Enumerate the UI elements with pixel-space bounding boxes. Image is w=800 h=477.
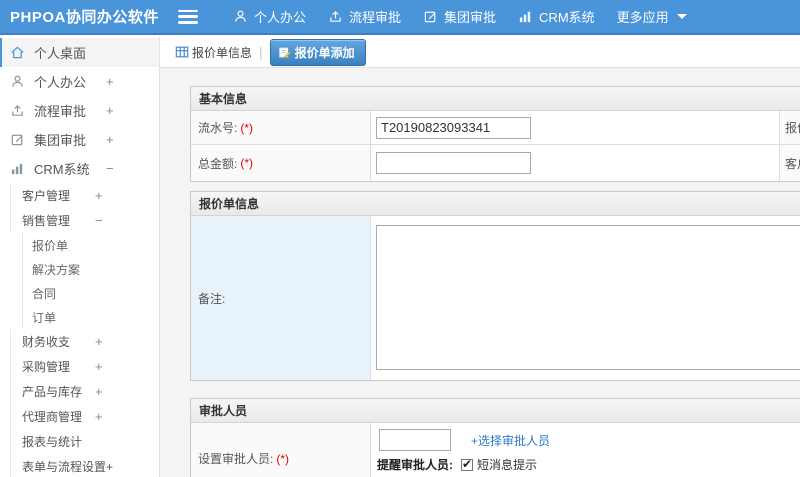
expand-icon[interactable]: + [95,384,103,399]
tab-quote-add-active[interactable]: 报价单添加 [269,38,366,66]
app-title: PHPOA协同办公软件 [10,9,159,26]
sidebar-item-finance[interactable]: 财务收支 + [10,329,159,354]
edit-icon [423,9,438,24]
collapse-icon[interactable]: − [106,161,114,176]
expand-icon[interactable]: + [95,359,103,374]
topnav-workflow-approval[interactable]: 流程审批 [317,0,412,34]
approver-input[interactable] [379,429,451,451]
expand-icon[interactable]: + [95,188,103,203]
user-icon [10,74,25,89]
remind-approvers-label: 提醒审批人员: [377,458,453,472]
sidebar-item-reports-stats[interactable]: 报表与统计 [10,429,159,454]
section-title: 审批人员 [191,399,800,423]
sidebar-item-workflow-approval[interactable]: 流程审批 + [0,96,159,125]
sidebar: 个人桌面 个人办公 + 流程审批 + 集团审批 + CRM系统 − 客户管理 +… [0,37,160,477]
form-content: 基本信息 流水号: (*) 报价 总金额: (*) 客户 [160,68,800,477]
sidebar-item-quote[interactable]: 报价单 [22,233,159,257]
edit-icon [10,132,25,147]
form-row-remark: 备注: [191,216,800,380]
sidebar-item-purchase-mgmt[interactable]: 采购管理 + [10,354,159,379]
topbar: PHPOA协同办公软件 个人办公 流程审批 集团审批 CRM系统 更多应用 [0,0,800,35]
set-approvers-label: 设置审批人员: [198,452,274,466]
sidebar-item-group-approval[interactable]: 集团审批 + [0,125,159,154]
remark-textarea[interactable] [376,225,800,370]
main-area: 报价单信息 | 报价单添加 基本信息 流水号: (*) 报价 [160,37,800,477]
sidebar-item-customer-mgmt[interactable]: 客户管理 + [10,183,159,208]
section-basic-info: 基本信息 流水号: (*) 报价 总金额: (*) 客户 [190,86,800,182]
sidebar-item-form-flow-settings[interactable]: 表单与流程设置+ [10,454,159,477]
section-approvers: 审批人员 设置审批人员: (*) +选择审批人员 提醒审批人员: 短消息提示 [190,398,800,477]
form-row-approvers: 设置审批人员: (*) +选择审批人员 提醒审批人员: 短消息提示 注：流程第一… [191,423,800,477]
sidebar-item-sales-mgmt[interactable]: 销售管理 − [10,208,159,233]
sidebar-item-agent-mgmt[interactable]: 代理商管理 + [10,404,159,429]
menu-icon[interactable] [178,9,198,24]
flow-icon [328,9,343,24]
tab-separator: | [259,44,263,60]
sms-notify-checkbox[interactable] [461,457,473,471]
expand-icon[interactable]: + [95,334,103,349]
serial-label: 流水号: [198,121,238,135]
sidebar-item-product-inventory[interactable]: 产品与库存 + [10,379,159,404]
total-amount-label: 总金额: [198,156,238,171]
total-amount-input[interactable] [376,152,531,174]
expand-icon[interactable]: + [106,74,114,89]
flow-icon [10,103,25,118]
collapse-icon[interactable]: − [95,213,103,228]
chart-icon [518,9,533,24]
expand-icon[interactable]: + [95,409,103,424]
remark-label: 备注: [198,291,226,306]
section-title: 报价单信息 [191,192,800,216]
grid-icon [175,45,189,59]
topnav-crm[interactable]: CRM系统 [507,0,606,34]
form-add-icon [278,46,291,59]
required-marker: (*) [276,451,290,466]
top-navigation: 个人办公 流程审批 集团审批 CRM系统 更多应用 [222,0,698,34]
sidebar-item-order[interactable]: 订单 [22,305,159,329]
sidebar-item-personal-office[interactable]: 个人办公 + [0,67,159,96]
form-row-serial: 流水号: (*) 报价 [191,111,800,144]
sidebar-item-crm[interactable]: CRM系统 − [0,154,159,183]
home-icon [10,45,25,60]
topnav-personal-office[interactable]: 个人办公 [222,0,317,34]
sidebar-item-contract[interactable]: 合同 [22,281,159,305]
section-quote-info: 报价单信息 备注: [190,191,800,381]
choose-approver-link[interactable]: +选择审批人员 [471,432,550,449]
required-marker: (*) [240,120,254,135]
customer-label: 客户 [779,145,800,181]
quote-name-label: 报价 [779,111,800,144]
form-row-total-amount: 总金额: (*) 客户 [191,144,800,181]
topnav-group-approval[interactable]: 集团审批 [412,0,507,34]
tab-bar: 报价单信息 | 报价单添加 [160,37,800,68]
chevron-down-icon [676,14,687,19]
chart-icon [10,161,25,176]
expand-icon[interactable]: + [106,132,114,147]
sms-notify-label: 短消息提示 [477,458,538,472]
user-icon [233,9,248,24]
sidebar-item-personal-desktop[interactable]: 个人桌面 [0,38,159,67]
topnav-more-apps[interactable]: 更多应用 [606,0,698,34]
sidebar-item-solution[interactable]: 解决方案 [22,257,159,281]
expand-icon[interactable]: + [106,103,114,118]
tab-quote-info[interactable]: 报价单信息 [175,44,252,61]
section-title: 基本信息 [191,87,800,111]
serial-number-input[interactable] [376,116,531,139]
required-marker: (*) [240,156,254,170]
